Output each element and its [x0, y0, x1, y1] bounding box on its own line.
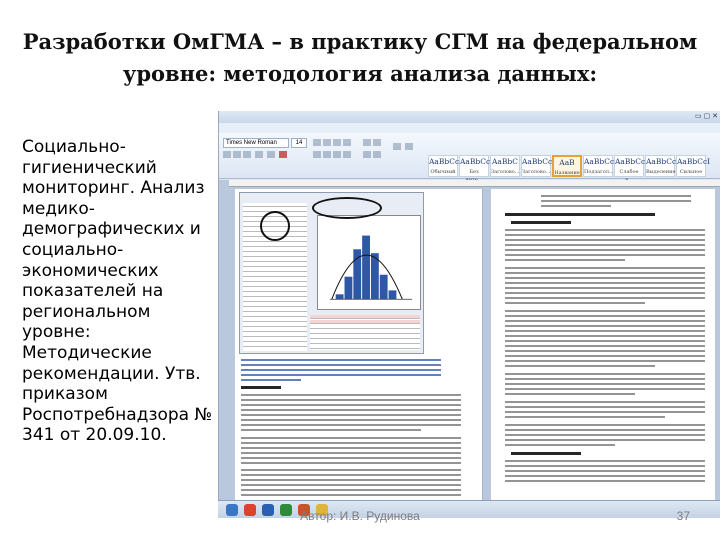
document-area — [219, 180, 720, 500]
style-item: AaBbCcI Выделение — [645, 155, 680, 177]
embedded-spreadsheet-screenshot — [239, 192, 424, 354]
style-item: AaBbCcI Подзагол... — [583, 155, 618, 177]
slide-title: Разработки ОмГМА – в практику СГМ на фед… — [20, 26, 700, 90]
spreadsheet-table — [310, 315, 420, 350]
ruler — [229, 180, 720, 187]
ribbon-tabs — [219, 123, 720, 133]
font-size-field: 14 — [291, 138, 307, 148]
font-name-field: Times New Roman — [223, 138, 289, 148]
styles-gallery: AaBbCcI Обычный AaBbCcI Без инте... AaBb… — [428, 155, 711, 183]
style-item-selected: AaB Название — [552, 155, 582, 177]
document-page-left — [235, 189, 483, 500]
style-item: AaBbCcI Сильное ... — [676, 155, 711, 183]
page-number: 37 — [676, 509, 690, 523]
word-document-screenshot: ▭ ▢ ✕ Times New Roman 14 AaBbCcI Обычный… — [218, 111, 720, 500]
style-item: AaBbCc Заголово... — [521, 155, 553, 177]
window-title-bar: ▭ ▢ ✕ — [219, 111, 720, 123]
footer-author: Автор: И.В. Рудинова — [300, 509, 420, 523]
window-controls-icon: ▭ ▢ ✕ — [695, 113, 718, 120]
style-item: AaBbCcI Без инте... — [459, 155, 494, 183]
highlight-circle — [260, 211, 290, 241]
ribbon: Times New Roman 14 AaBbCcI Обычный AaBbC… — [219, 133, 720, 183]
style-item: AaBbCcI Слабое в... — [614, 155, 649, 183]
title-line-2: уровне: методология анализа данных: — [122, 61, 598, 86]
start-icon — [226, 504, 238, 516]
highlight-oval — [312, 197, 382, 219]
histogram-chart — [317, 215, 421, 310]
formatting-tools — [223, 139, 423, 173]
document-page-right — [491, 189, 715, 500]
title-line-1: Разработки ОмГМА – в практику СГМ на фед… — [22, 29, 698, 54]
style-item: AaBbCcI Обычный — [428, 155, 463, 177]
style-item: AaBbC Заголово... — [490, 155, 520, 177]
description-text: Социально-гигиенический мониторинг. Анал… — [22, 137, 213, 446]
